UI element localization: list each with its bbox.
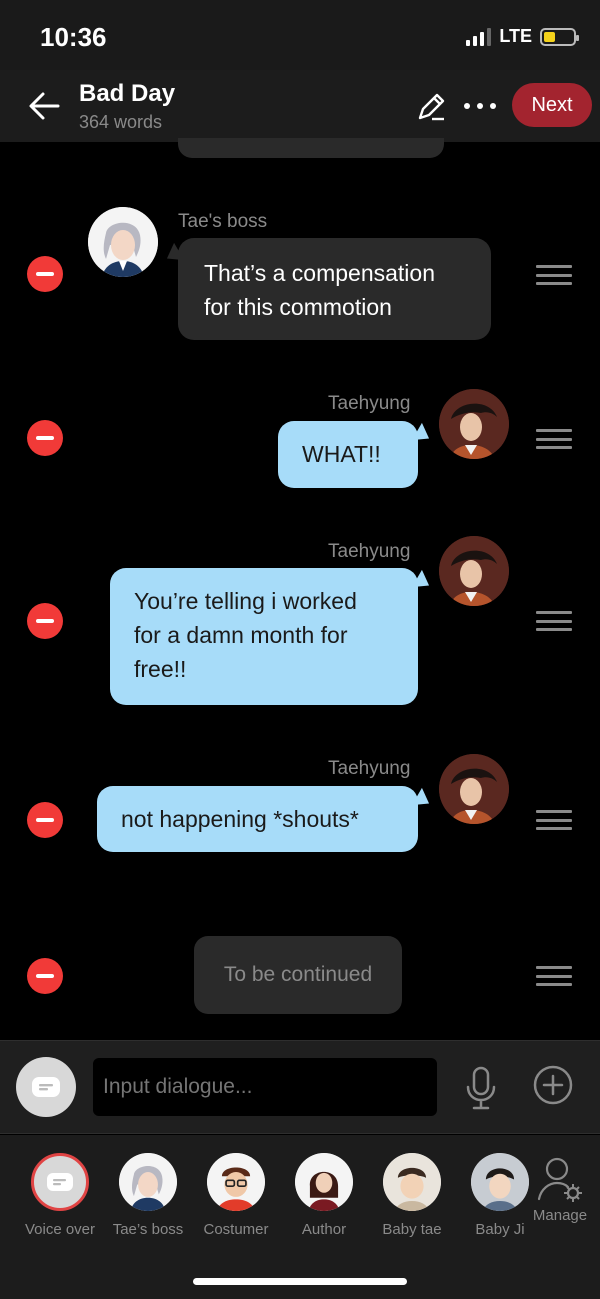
pencil-icon — [418, 93, 445, 121]
speaker-name: Taehyung — [328, 393, 411, 414]
delete-message-button[interactable] — [27, 603, 63, 639]
dialogue-input[interactable] — [93, 1058, 437, 1116]
previous-message-bubble[interactable] — [178, 138, 444, 158]
message-bubble[interactable]: That’s a compensation for this commotion — [178, 238, 491, 340]
message-bubble[interactable]: WHAT!! — [278, 421, 418, 488]
character-label: Voice over — [24, 1221, 96, 1238]
back-button[interactable] — [24, 86, 64, 126]
plus-circle-icon — [533, 1065, 573, 1105]
message-text-line: free!! — [134, 656, 187, 682]
status-time: 10:36 — [40, 22, 107, 52]
character-costumer[interactable]: Costumer — [191, 1153, 281, 1238]
word-count: 364 words — [79, 112, 163, 132]
narration-text: To be continued — [223, 963, 373, 986]
avatar — [383, 1153, 441, 1211]
microphone-icon — [466, 1066, 496, 1110]
character-voice-over[interactable]: Voice over — [15, 1153, 105, 1238]
edit-button[interactable] — [414, 90, 448, 124]
delete-message-button[interactable] — [27, 958, 63, 994]
arrow-left-icon — [29, 92, 60, 120]
signal-icon — [466, 27, 492, 46]
character-label: Manage — [532, 1207, 588, 1224]
message-text-line: for a damn month for — [134, 622, 348, 648]
voice-over-avatar — [31, 1153, 89, 1211]
speaker-name: Tae's boss — [178, 211, 268, 232]
character-author[interactable]: Author — [279, 1153, 369, 1238]
message-text-line: You’re telling i worked — [134, 588, 357, 614]
delete-message-button[interactable] — [27, 802, 63, 838]
message-text-line: for this commotion — [204, 294, 392, 320]
next-button[interactable]: Next — [512, 83, 592, 127]
character-label: Tae’s boss — [112, 1221, 184, 1238]
message-text-line: not happening *shouts* — [121, 806, 359, 832]
status-indicators: LTE — [466, 26, 579, 47]
dialogue-input-bar — [0, 1040, 600, 1134]
delete-message-button[interactable] — [27, 420, 63, 456]
narration-bubble[interactable]: To be continued — [194, 936, 402, 1014]
character-taes-boss[interactable]: Tae’s boss — [103, 1153, 193, 1238]
avatar — [207, 1153, 265, 1211]
message-bubble[interactable]: You’re telling i worked for a damn month… — [110, 568, 418, 705]
message-text-line: That’s a compensation — [204, 260, 435, 286]
message-text-line: WHAT!! — [302, 441, 381, 467]
message-bubble[interactable]: not happening *shouts* — [97, 786, 418, 852]
dialogue-mode-button[interactable] — [16, 1057, 76, 1117]
drag-handle[interactable] — [536, 611, 572, 631]
drag-handle[interactable] — [536, 429, 572, 449]
drag-handle[interactable] — [536, 810, 572, 830]
add-button[interactable] — [533, 1065, 573, 1105]
user-settings-icon — [537, 1157, 582, 1202]
microphone-button[interactable] — [462, 1065, 500, 1111]
character-selector: Voice over Tae’s boss Costumer Author Ba… — [0, 1135, 600, 1299]
avatar — [295, 1153, 353, 1211]
story-header: Bad Day 364 words Next — [0, 70, 600, 142]
network-label: LTE — [499, 26, 532, 46]
drag-handle[interactable] — [536, 265, 572, 285]
character-label: Baby tae — [382, 1221, 442, 1238]
status-bar: 10:36 LTE — [0, 0, 600, 70]
drag-handle[interactable] — [536, 966, 572, 986]
character-label: Costumer — [203, 1221, 269, 1238]
delete-message-button[interactable] — [27, 256, 63, 292]
home-indicator[interactable] — [193, 1278, 407, 1285]
character-label: Author — [301, 1221, 347, 1238]
speaker-name: Taehyung — [328, 758, 411, 779]
battery-icon — [540, 27, 579, 46]
manage-characters-button[interactable]: Manage — [515, 1153, 600, 1224]
avatar-taehyung — [439, 536, 509, 606]
speaker-name: Taehyung — [328, 541, 411, 562]
avatar-taehyung — [439, 754, 509, 824]
avatar — [119, 1153, 177, 1211]
more-options-button[interactable] — [460, 92, 500, 120]
avatar-taehyung — [439, 389, 509, 459]
avatar-taes-boss — [88, 207, 158, 277]
page-title: Bad Day — [79, 80, 176, 107]
chat-bubble-icon — [32, 1077, 60, 1097]
chat-bubble-icon — [47, 1173, 73, 1191]
character-baby-tae[interactable]: Baby tae — [367, 1153, 457, 1238]
